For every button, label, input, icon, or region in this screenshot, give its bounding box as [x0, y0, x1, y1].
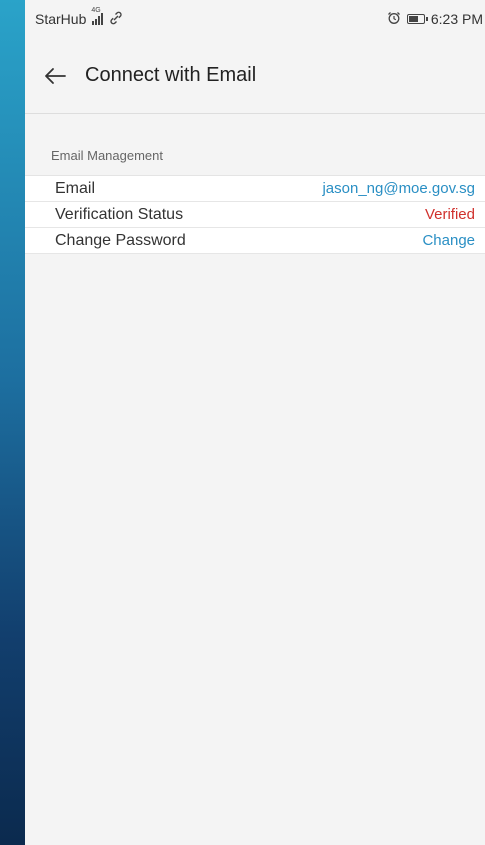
email-label: Email [55, 179, 96, 197]
verification-status-row: Verification Status Verified [25, 202, 485, 228]
clock-time: 6:23 PM [430, 11, 483, 27]
signal-icon: 4G [91, 7, 104, 25]
status-right: 6:23 PM [387, 11, 485, 28]
change-password-row[interactable]: Change Password Change [25, 228, 485, 254]
verification-status-value: Verified [424, 206, 475, 223]
page-title: Connect with Email [85, 64, 257, 86]
network-type: 4G [91, 7, 101, 14]
status-bar: StarHub 4G 6:23 PM [25, 0, 485, 38]
alarm-icon [387, 11, 401, 28]
email-value[interactable]: jason_ng@moe.gov.sg [322, 180, 475, 197]
email-row[interactable]: Email jason_ng@moe.gov.sg [25, 176, 485, 202]
settings-list: Email jason_ng@moe.gov.sg Verification S… [25, 175, 485, 254]
arrow-left-icon [45, 67, 66, 84]
status-left: StarHub 4G [35, 7, 123, 28]
app-bar: Connect with Email [25, 38, 485, 114]
link-icon [109, 11, 123, 28]
phone-screen: StarHub 4G 6:23 PM Connect with Email Em… [25, 0, 485, 845]
carrier-name: StarHub [35, 11, 87, 27]
back-button[interactable] [41, 62, 69, 90]
change-password-label: Change Password [55, 231, 186, 249]
battery-icon [406, 14, 428, 24]
section-header: Email Management [51, 148, 163, 163]
change-password-link[interactable]: Change [422, 232, 475, 249]
verification-status-label: Verification Status [55, 205, 184, 223]
